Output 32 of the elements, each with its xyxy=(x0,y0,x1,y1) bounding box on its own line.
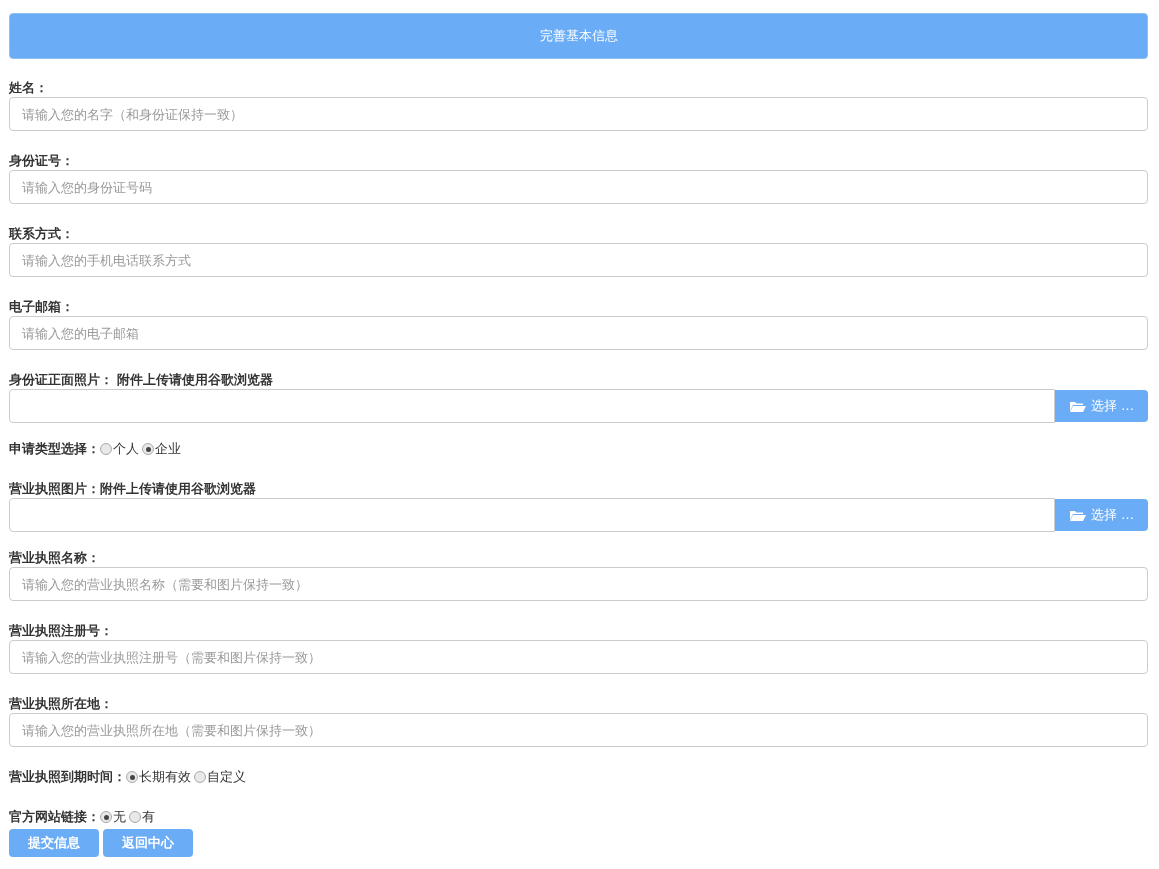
folder-icon xyxy=(1068,509,1086,521)
field-label: 营业执照所在地： xyxy=(9,695,113,713)
field-label: 联系方式： xyxy=(9,225,74,243)
radio-label[interactable]: 无 xyxy=(113,808,126,826)
file-path-field[interactable] xyxy=(9,498,1055,532)
input-field[interactable]: 请输入您的电子邮箱 xyxy=(9,316,1148,350)
field-label: 官方网站链接： xyxy=(9,808,100,826)
input-field[interactable]: 请输入您的手机电话联系方式 xyxy=(9,243,1148,277)
radio-label[interactable]: 长期有效 xyxy=(139,768,191,786)
field-label: 申请类型选择： xyxy=(9,440,100,458)
field-label: 营业执照到期时间： xyxy=(9,768,126,786)
file-path-field[interactable] xyxy=(9,389,1055,423)
radio-button[interactable] xyxy=(129,811,141,823)
radio-button[interactable] xyxy=(100,443,112,455)
radio-label[interactable]: 企业 xyxy=(155,440,181,458)
field-label: 姓名： xyxy=(9,79,48,97)
field-label: 营业执照图片：附件上传请使用谷歌浏览器 xyxy=(9,480,256,498)
radio-button[interactable] xyxy=(126,771,138,783)
field-label: 身份证正面照片： 附件上传请使用谷歌浏览器 xyxy=(9,371,274,389)
page-header: 完善基本信息 xyxy=(9,13,1148,59)
radio-label[interactable]: 有 xyxy=(142,808,155,826)
radio-button[interactable] xyxy=(194,771,206,783)
field-label: 电子邮箱： xyxy=(9,298,74,316)
radio-button[interactable] xyxy=(100,811,112,823)
folder-icon xyxy=(1068,400,1086,412)
field-label: 营业执照注册号： xyxy=(9,622,113,640)
radio-button[interactable] xyxy=(142,443,154,455)
field-label: 身份证号： xyxy=(9,152,74,170)
input-field[interactable]: 请输入您的身份证号码 xyxy=(9,170,1148,204)
radio-label[interactable]: 个人 xyxy=(113,440,139,458)
radio-label[interactable]: 自定义 xyxy=(207,768,246,786)
field-label: 营业执照名称： xyxy=(9,549,100,567)
